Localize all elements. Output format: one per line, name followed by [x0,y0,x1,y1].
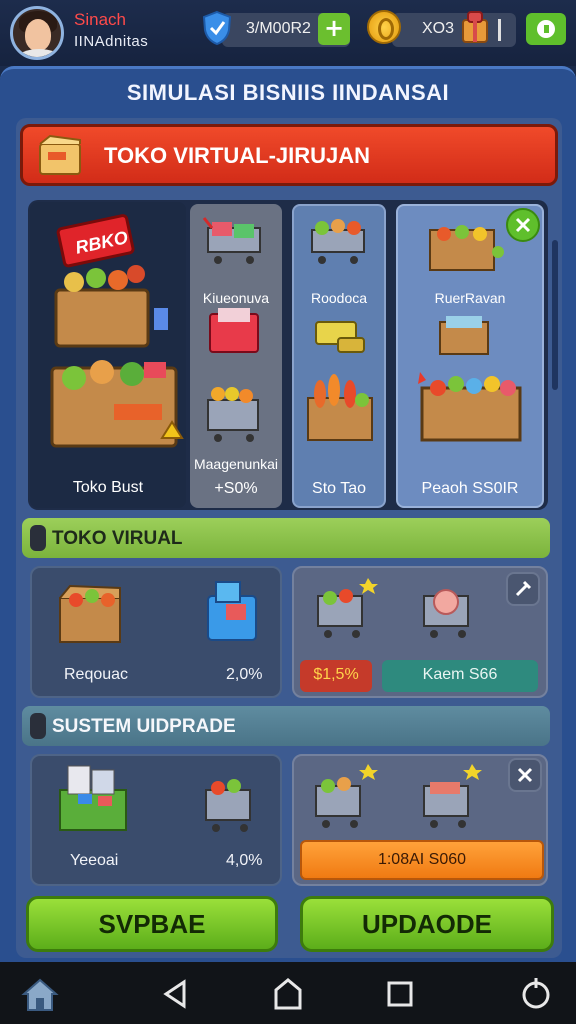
section-1-marker [30,525,46,551]
info-button[interactable] [526,13,566,45]
tools-icon[interactable] [506,572,540,606]
store-box-icon [39,134,81,175]
column-1-footer-1: Maagenunkai [193,456,279,472]
select-check-button[interactable] [506,208,540,242]
page-title: SIMULASI BISNIIS IINDANSAI [126,80,450,105]
home-outline-icon[interactable] [268,974,308,1014]
section-2-title: SUSTEM UIDPRADE [52,716,236,737]
avatar[interactable] [10,6,64,60]
cart-items-icon [202,217,261,442]
add-currency-button[interactable]: + [318,13,350,45]
column-1-footer-2: +S0% [214,480,258,497]
back-icon[interactable] [156,974,196,1014]
gift-bag-icon [462,11,488,43]
column-2-label: Roodoca [310,290,368,306]
currency-1-value: 3/M00R2 [246,20,311,37]
shield-icon [202,10,232,46]
cart-offer-icon [315,764,482,828]
section-2-left-value: 4,0% [226,852,263,869]
scrollbar[interactable] [552,240,558,390]
section-1-badge-red: $1,5% [300,660,372,692]
separator [498,19,501,41]
section-2-offer-badge[interactable]: 1:08AI S060 [300,840,544,880]
shop-preview-label: Toko Bust [72,479,144,496]
section-1-title: TOKO VIRUAL [52,528,183,549]
produce-box-icon [59,581,257,643]
section-1-left-label: Reqouac [64,666,129,683]
user-subtitle: IINAdnitas [74,33,149,50]
recent-apps-icon[interactable] [380,974,420,1014]
crate-produce-icon [418,225,522,442]
section-2-left-label: Yeeoai [70,852,119,869]
section-2-marker [30,713,46,739]
produce-cart-icon [307,219,373,441]
store-banner-title: TOKO VIRTUAL-JIRUJAN [104,143,371,168]
save-button[interactable]: SVPBAE [26,896,278,952]
cart-upgrade-icon [317,578,469,638]
home-icon[interactable] [20,974,60,1014]
market-stall-icon: RBKO [50,214,184,448]
section-1-left-value: 2,0% [226,666,263,683]
section-1-badge-teal[interactable]: Kaem S66 [382,660,538,692]
coin-icon [367,10,401,44]
close-icon[interactable] [508,758,542,792]
column-3-footer: Peaoh SS0IR [421,480,519,497]
user-name: Sinach [74,10,126,29]
column-1-label: Kiueonuva [202,290,270,306]
update-button[interactable]: UPDAODE [300,896,554,952]
currency-2-value: XO3 [422,20,455,37]
green-crate-icon [59,765,251,832]
power-icon[interactable] [516,974,556,1014]
column-3-label: RuerRavan [434,290,506,306]
column-2-footer: Sto Tao [312,480,366,497]
